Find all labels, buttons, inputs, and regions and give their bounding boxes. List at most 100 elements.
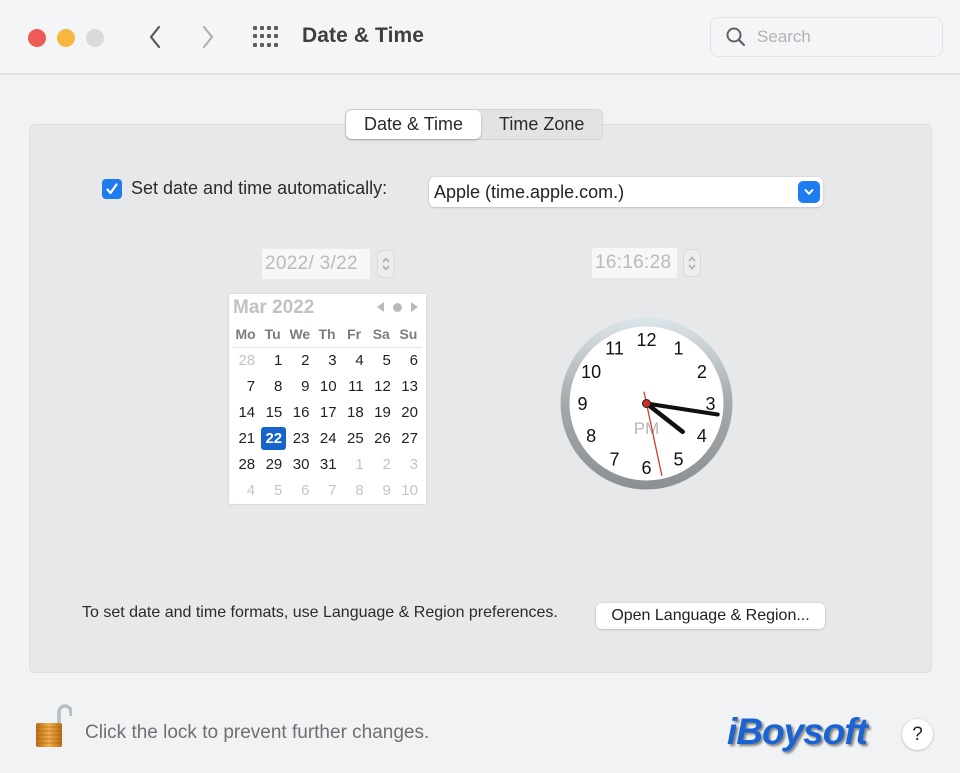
calendar-day-number: 6 (301, 482, 310, 499)
calendar-day-number: 15 (265, 404, 283, 421)
calendar-day[interactable]: 8 (259, 374, 286, 400)
calendar-day[interactable]: 30 (286, 452, 313, 478)
next-month-icon[interactable] (411, 302, 418, 312)
chevron-left-icon (149, 25, 161, 49)
weekday-label: Th (318, 326, 336, 342)
calendar-day-number: 9 (382, 482, 391, 499)
calendar-weekdays: Mo Tu We Th Fr Sa Su (232, 326, 422, 348)
time-server-value: Apple (time.apple.com.) (434, 181, 625, 202)
calendar-day[interactable]: 2 (368, 452, 395, 478)
calendar-day-number: 18 (347, 404, 364, 421)
calendar-day[interactable]: 15 (259, 400, 286, 426)
calendar-day[interactable]: 29 (259, 452, 286, 478)
calendar-day[interactable]: 20 (395, 400, 422, 426)
calendar-day-number: 3 (328, 352, 337, 369)
calendar-day[interactable]: 3 (313, 348, 340, 374)
calendar-day-number: 14 (238, 404, 256, 421)
calendar-day[interactable]: 4 (341, 348, 368, 374)
calendar-day[interactable]: 9 (368, 478, 395, 504)
iboysoft-watermark: iBoysoft (727, 711, 868, 752)
calendar-day[interactable]: 26 (368, 426, 395, 452)
calendar-day-number: 2 (301, 352, 310, 369)
date-stepper[interactable] (377, 250, 395, 278)
stepper-up-icon[interactable] (381, 256, 391, 264)
clock-number: 5 (673, 449, 683, 469)
calendar-day[interactable]: 7 (232, 374, 259, 400)
tab-time-zone[interactable]: Time Zone (481, 110, 602, 139)
search-input[interactable] (757, 27, 927, 47)
calendar-month-label: Mar 2022 (233, 297, 315, 318)
chevron-right-icon (202, 25, 214, 49)
date-field[interactable]: 2022/ 3/22 (262, 249, 370, 279)
calendar-day[interactable]: 12 (368, 374, 395, 400)
calendar-day-selected[interactable]: 22 (259, 426, 287, 452)
previous-month-icon[interactable] (377, 302, 384, 312)
calendar-nav (377, 302, 418, 312)
calendar-day-number: 2 (382, 456, 391, 473)
title-bar: Date & Time (0, 0, 960, 75)
time-field[interactable]: 16:16:28 (592, 248, 677, 278)
close-button[interactable] (28, 29, 46, 47)
set-automatically-checkbox[interactable] (102, 178, 122, 199)
calendar-day[interactable]: 28 (232, 348, 259, 374)
calendar-day[interactable]: 8 (341, 478, 368, 504)
help-button[interactable]: ? (902, 719, 933, 750)
calendar-day[interactable]: 16 (286, 400, 313, 426)
set-automatically-label: Set date and time automatically: (131, 178, 388, 198)
calendar: Mar 2022 Mo Tu We Th Fr Sa Su 28 1 2 3 4 5 6 7 8 9 10 11 1… (229, 294, 426, 504)
clock-number: 2 (697, 362, 707, 382)
today-dot-icon[interactable] (393, 302, 402, 312)
clock-number: 10 (581, 362, 601, 382)
show-all-grid-icon[interactable] (253, 26, 279, 48)
calendar-day-number: 13 (401, 378, 418, 395)
stepper-down-icon[interactable] (687, 263, 697, 271)
minimize-button[interactable] (57, 29, 75, 47)
time-server-select[interactable]: Apple (time.apple.com.) (429, 177, 823, 207)
calendar-day-number: 22 (261, 427, 287, 450)
calendar-day[interactable]: 21 (232, 426, 259, 452)
calendar-day[interactable]: 31 (313, 452, 340, 478)
open-language-region-button[interactable]: Open Language & Region... (596, 603, 825, 629)
calendar-day[interactable]: 6 (395, 348, 422, 374)
calendar-day[interactable]: 19 (368, 400, 395, 426)
calendar-day[interactable]: 1 (259, 348, 286, 374)
calendar-day[interactable]: 1 (341, 452, 368, 478)
calendar-day[interactable]: 10 (395, 478, 422, 504)
calendar-day[interactable]: 25 (341, 426, 368, 452)
clock-number: 4 (697, 426, 707, 446)
calendar-day-number: 21 (238, 430, 256, 447)
calendar-day[interactable]: 13 (395, 374, 422, 400)
calendar-day[interactable]: 6 (286, 478, 313, 504)
search-field[interactable] (710, 17, 943, 57)
calendar-day[interactable]: 10 (313, 374, 340, 400)
calendar-day[interactable]: 18 (341, 400, 368, 426)
tab-date-time[interactable]: Date & Time (346, 110, 482, 139)
zoom-button[interactable] (86, 29, 104, 47)
calendar-day[interactable]: 5 (259, 478, 286, 504)
calendar-day[interactable]: 3 (395, 452, 422, 478)
calendar-day[interactable]: 17 (313, 400, 340, 426)
stepper-up-icon[interactable] (687, 255, 697, 263)
calendar-day[interactable]: 27 (395, 426, 422, 452)
calendar-day[interactable]: 28 (232, 452, 259, 478)
calendar-day[interactable]: 24 (313, 426, 340, 452)
calendar-day[interactable]: 11 (341, 374, 368, 400)
weekday-label: Su (399, 326, 418, 342)
stepper-down-icon[interactable] (381, 264, 391, 272)
calendar-day[interactable]: 4 (232, 478, 259, 504)
back-button[interactable] (141, 22, 169, 52)
search-icon (726, 27, 746, 47)
calendar-day[interactable]: 2 (286, 348, 313, 374)
calendar-day-number: 1 (355, 456, 364, 473)
formats-hint: To set date and time formats, use Langua… (82, 604, 558, 621)
calendar-day-number: 20 (401, 404, 418, 421)
calendar-day-number: 19 (374, 404, 391, 421)
calendar-day[interactable]: 14 (232, 400, 259, 426)
calendar-day[interactable]: 7 (313, 478, 340, 504)
forward-button[interactable] (194, 22, 222, 52)
calendar-day[interactable]: 23 (286, 426, 313, 452)
calendar-day[interactable]: 9 (286, 374, 313, 400)
time-stepper[interactable] (683, 249, 701, 277)
calendar-day[interactable]: 5 (368, 348, 395, 374)
unlocked-padlock-icon[interactable] (34, 703, 72, 749)
